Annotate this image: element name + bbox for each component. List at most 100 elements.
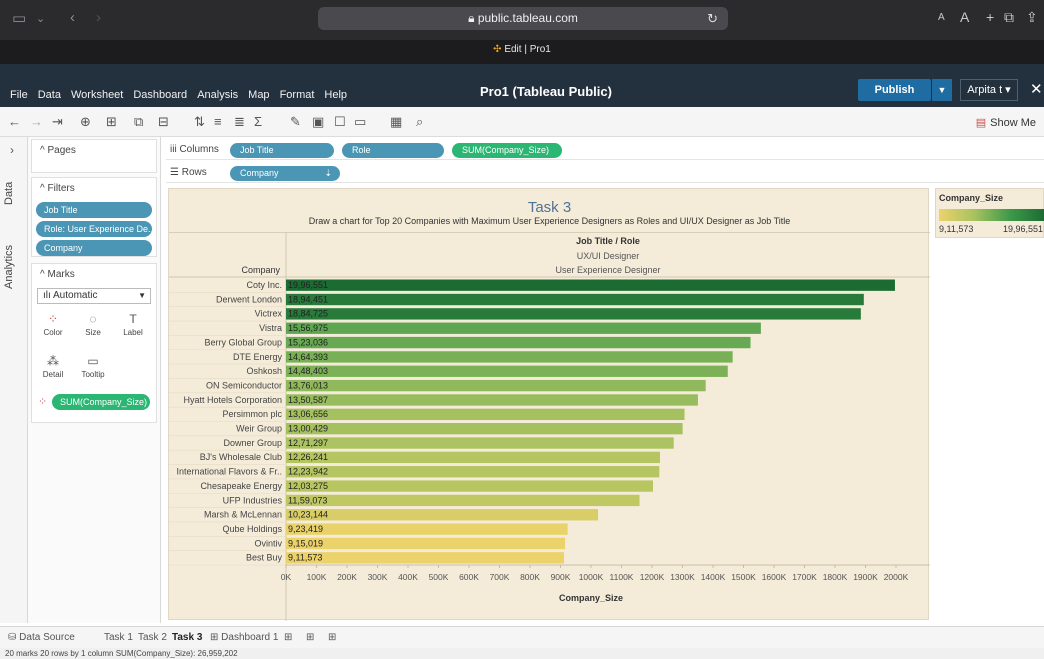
clear-sheet-icon[interactable]: ⊟ [158,114,169,130]
publish-dropdown-icon[interactable]: ▼ [932,79,952,101]
redo-icon[interactable]: → [30,114,43,129]
forward-icon[interactable]: › [96,9,101,26]
highlight-icon[interactable]: ✎ [290,114,301,130]
category-label: BJ's Wholesale Club [200,452,282,462]
menu-file[interactable]: File [10,89,28,101]
new-datasource-icon[interactable]: ⊕ [80,114,91,130]
menu-help[interactable]: Help [324,89,347,101]
columns-pill-role[interactable]: Role [342,143,444,158]
bar-value-label: 12,71,297 [288,438,328,448]
collapse-chevron-icon[interactable]: › [10,143,14,157]
new-tab-icon[interactable]: + [986,9,994,25]
menu-analysis[interactable]: Analysis [197,89,238,101]
tooltip-toggle-icon[interactable]: ⌕ [416,114,423,130]
fit-icon[interactable]: ▭ [354,114,366,130]
new-dashboard-tab-icon[interactable]: ⊞ [306,632,314,643]
x-tick-label: 300K [368,572,388,582]
menu-dashboard[interactable]: Dashboard [133,89,187,101]
marks-pill-company-size[interactable]: SUM(Company_Size) [52,394,150,410]
presentation-icon[interactable]: ▦ [390,114,402,130]
tabs-overview-icon[interactable]: ⧉ [1004,9,1014,26]
labels-icon[interactable]: ▣ [312,114,324,130]
tab-task-1[interactable]: Task 1 [104,632,133,643]
x-tick-label: 500K [429,572,449,582]
publish-button[interactable]: Publish [858,79,931,101]
filter-pill-company[interactable]: Company [36,240,152,256]
data-tab[interactable]: Data [3,182,15,205]
category-label: Hyatt Hotels Corporation [183,395,282,405]
size-button[interactable]: ◌ Size [76,312,110,337]
rows-shelf[interactable]: ☰ Rows Company ⇣ [166,163,1044,183]
category-label: UFP Industries [223,495,283,505]
bar-value-label: 12,03,275 [288,481,328,491]
address-bar[interactable]: 🔒︎ public.tableau.com ↻ [318,7,728,30]
swap-icon[interactable]: ⇅ [194,114,205,130]
tooltip-button[interactable]: ▭ Tooltip [76,354,110,379]
new-worksheet-tab-icon[interactable]: ⊞ [284,632,292,643]
label-button[interactable]: T Label [116,312,150,337]
analytics-tab[interactable]: Analytics [3,245,15,289]
bar-value-label: 9,11,573 [288,553,322,563]
category-label: DTE Energy [233,352,283,362]
browser-tab[interactable]: ✣ Edit | Pro1 [0,44,1044,55]
sort-ascending-icon[interactable]: ≡ [214,114,222,129]
new-worksheet-icon[interactable]: ⊞ [106,114,117,130]
undo-icon[interactable]: ← [8,114,21,129]
tab-task-2[interactable]: Task 2 [138,632,167,643]
text-larger-icon[interactable]: A [960,9,969,25]
bar [286,437,674,449]
tab-task-3[interactable]: Task 3 [172,632,202,643]
browser-tab-title: Edit | Pro1 [504,44,551,55]
share-icon[interactable]: ⇪ [1026,9,1038,26]
reload-icon[interactable]: ↻ [707,7,718,30]
x-tick-label: 900K [551,572,571,582]
chevron-down-icon[interactable]: ⌄ [36,12,45,25]
show-me-button[interactable]: ▤ Show Me [976,116,1036,129]
sidebar-toggle-icon[interactable]: ▭ [12,9,26,27]
new-story-tab-icon[interactable]: ⊞ [328,632,336,643]
close-icon[interactable]: ✕ [1030,80,1043,98]
x-tick-label: 1400K [701,572,726,582]
text-smaller-icon[interactable]: A [938,12,945,23]
filter-pill-job-title[interactable]: Job Title [36,202,152,218]
rows-pill-company[interactable]: Company ⇣ [230,166,340,181]
format-icon[interactable]: ☐ [334,114,346,130]
category-label: Oshkosh [246,366,282,376]
columns-shelf-text: Columns [179,144,219,155]
columns-pill-job-title[interactable]: Job Title [230,143,334,158]
totals-icon[interactable]: Σ [254,114,262,129]
mark-type-select[interactable]: ılı Automatic ▼ [37,288,151,304]
bar [286,379,706,392]
bar [286,308,861,320]
detail-button[interactable]: ⁂ Detail [36,354,70,379]
color-button-label: Color [43,328,63,337]
x-tick-label: 200K [337,572,357,582]
back-icon[interactable]: ‹ [70,9,75,26]
filter-pill-role[interactable]: Role: User Experience De... [36,221,152,237]
x-tick-label: 600K [459,572,479,582]
tab-dashboard-1[interactable]: ⊞ Dashboard 1 [210,632,278,643]
duplicate-icon[interactable]: ⧉ [134,114,143,130]
menu-map[interactable]: Map [248,89,269,101]
columns-pill-company-size[interactable]: SUM(Company_Size) [452,143,562,158]
category-label: Downer Group [223,438,282,448]
chart-view: Task 3 Draw a chart for Top 20 Companies… [168,188,930,621]
columns-shelf-label: iii Columns [170,144,219,155]
columns-shelf[interactable]: iii Columns Job Title Role SUM(Company_S… [166,140,1044,160]
sheet-tabs: ⛁ Data Source Task 1 Task 2 Task 3 ⊞ Das… [0,626,1044,648]
tooltip-button-label: Tooltip [81,370,105,379]
category-label: Derwent London [216,294,282,304]
user-menu[interactable]: Arpita t ▾ [960,79,1018,101]
side-tabs: › Data Analytics [0,137,28,623]
menu-data[interactable]: Data [38,89,61,101]
data-source-tab[interactable]: ⛁ Data Source [8,632,75,643]
menu-format[interactable]: Format [280,89,315,101]
color-button[interactable]: ⁘ Color [36,312,70,337]
rows-pill-company-text: Company [240,168,279,178]
category-label: Ovintiv [254,538,282,548]
replay-icon[interactable]: ⇥ [52,114,63,130]
data-source-tab-label: Data Source [19,632,75,643]
bar-value-label: 11,59,073 [288,495,327,505]
sort-descending-icon[interactable]: ≣ [234,114,245,130]
menu-worksheet[interactable]: Worksheet [71,89,123,101]
